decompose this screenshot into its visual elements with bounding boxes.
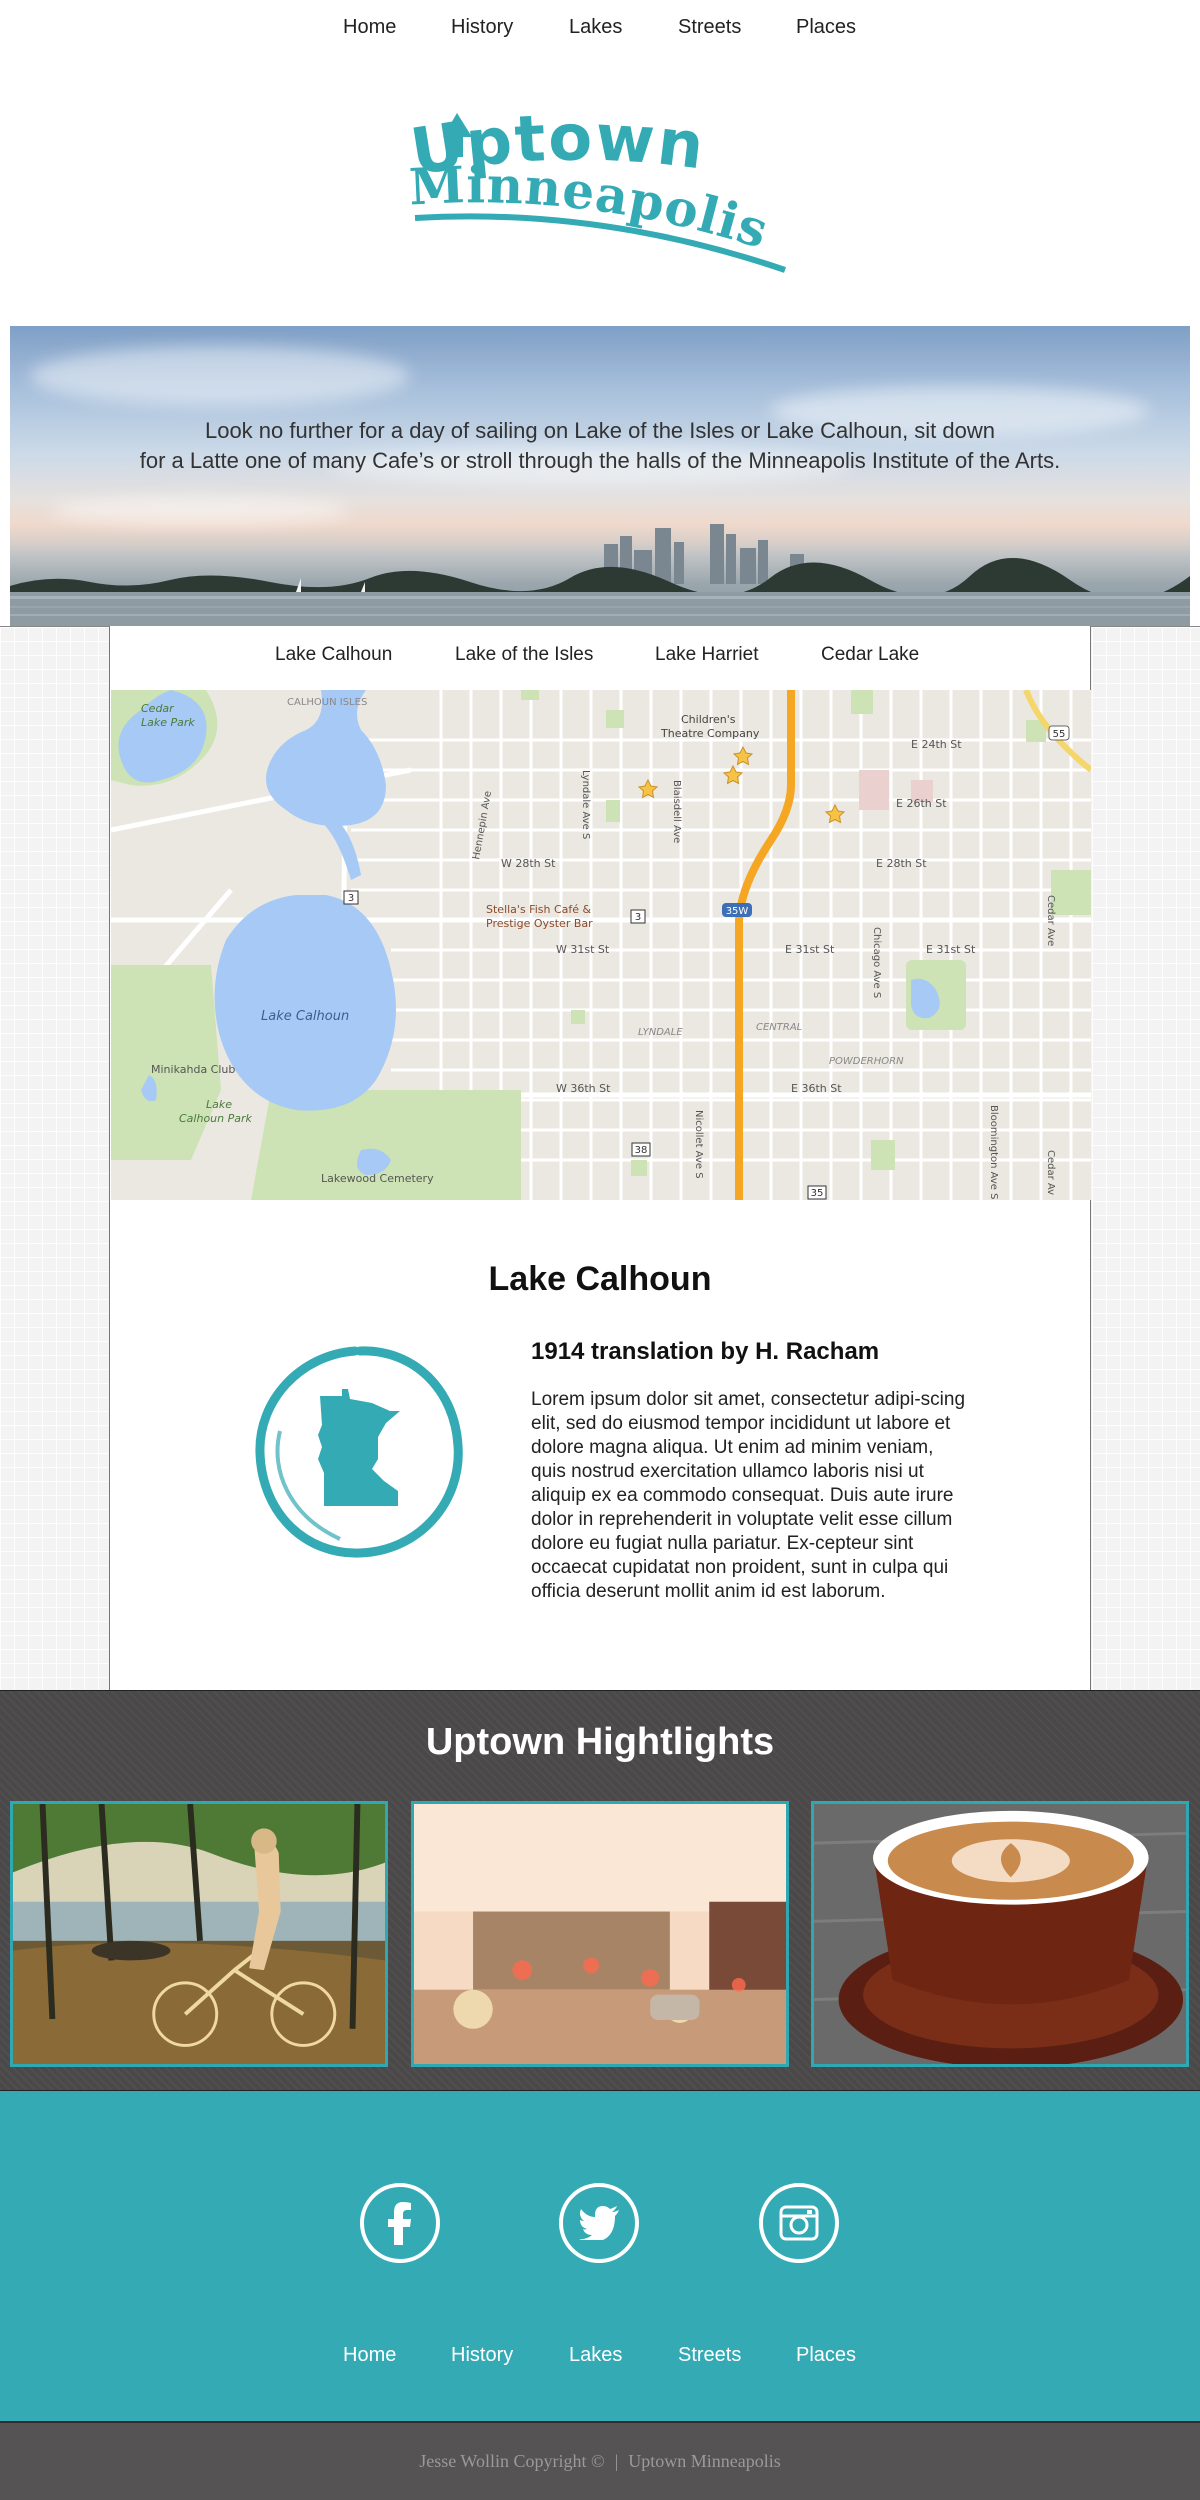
footer-lakes-link[interactable]: Lakes xyxy=(569,2344,622,2367)
footer-history-link[interactable]: History xyxy=(451,2344,513,2367)
logo-line2: Minneapolis xyxy=(408,155,775,260)
facebook-button[interactable] xyxy=(360,2183,440,2263)
lakes-panel: Lake Calhoun Lake of the Isles Lake Harr… xyxy=(109,626,1091,1690)
map-label-powderhorn: POWDERHORN xyxy=(829,1056,904,1067)
map-label-blaisdell: Blaisdell Ave xyxy=(671,780,682,843)
map-label-w36: W 36th St xyxy=(556,1082,611,1095)
map-label-e31a: E 31st St xyxy=(785,943,835,956)
map-label-bloomington: Bloomington Ave S xyxy=(988,1105,999,1200)
twitter-button[interactable] xyxy=(559,2183,639,2263)
map-label-stellas-1: Stella's Fish Café & xyxy=(486,903,592,916)
highlight-photo-street[interactable] xyxy=(411,1801,789,2067)
hero-banner: Look no further for a day of sailing on … xyxy=(10,326,1190,626)
map-label-lakewood: Lakewood Cemetery xyxy=(321,1172,434,1185)
highlight-photo-bike[interactable] xyxy=(10,1801,388,2067)
tab-lake-of-the-isles[interactable]: Lake of the Isles xyxy=(455,644,593,666)
nav-home-link[interactable]: Home xyxy=(343,16,396,39)
footer-places-link[interactable]: Places xyxy=(796,2344,856,2367)
hero-tagline-line1: Look no further for a day of sailing on … xyxy=(204,418,996,443)
article-subtitle: 1914 translation by H. Racham xyxy=(531,1338,880,1365)
tab-lake-calhoun[interactable]: Lake Calhoun xyxy=(275,644,392,666)
map-label-calhoun-isles: CALHOUN ISLES xyxy=(287,697,367,708)
map-label-lyndale-ave: Lyndale Ave S xyxy=(580,770,591,839)
nav-places-link[interactable]: Places xyxy=(796,16,856,39)
copyright-site: Uptown Minneapolis xyxy=(628,2451,781,2471)
hero-tagline: Look no further for a day of sailing on … xyxy=(10,416,1190,476)
map-route-55: 55 xyxy=(1053,729,1066,740)
copyright-bar: Jesse Wollin Copyright © | Uptown Minneapo… xyxy=(0,2421,1200,2500)
nav-lakes-link[interactable]: Lakes xyxy=(569,16,622,39)
map-label-lyndale: LYNDALE xyxy=(638,1027,683,1038)
map-label-calhoun-park-2: Calhoun Park xyxy=(179,1112,253,1125)
map-label-e28: E 28th St xyxy=(876,857,927,870)
lake-map[interactable]: 55 3 3 35W 38 35 Cedar Lake Park CALHOUN… xyxy=(111,690,1091,1200)
map-label-central: CENTRAL xyxy=(756,1022,802,1033)
section-title: Lake Calhoun xyxy=(488,1260,712,1298)
nav-streets-link[interactable]: Streets xyxy=(678,16,741,39)
map-label-cedar-ave: Cedar Ave xyxy=(1045,895,1056,946)
map-label-e24: E 24th St xyxy=(911,738,962,751)
highlight-photo-latte[interactable] xyxy=(811,1801,1189,2067)
copyright-text: Jesse Wollin Copyright © | Uptown Minneapo… xyxy=(0,2451,1200,2472)
map-route-35w: 35W xyxy=(726,906,749,917)
footer: Home History Lakes Streets Places xyxy=(0,2091,1200,2421)
map-route-35: 35 xyxy=(811,1188,824,1199)
map-label-lake-calhoun: Lake Calhoun xyxy=(261,1009,349,1024)
footer-home-link[interactable]: Home xyxy=(343,2344,396,2367)
map-label-cedar-lake-park-2: Lake Park xyxy=(141,716,195,729)
nav-history-link[interactable]: History xyxy=(451,16,513,39)
map-route-3b: 3 xyxy=(635,912,641,923)
tab-lake-harriet[interactable]: Lake Harriet xyxy=(655,644,759,666)
facebook-icon xyxy=(388,2202,411,2245)
map-route-3a: 3 xyxy=(348,893,354,904)
map-label-chicago: Chicago Ave S xyxy=(871,927,882,998)
highlights-section: Uptown Hightlights xyxy=(0,1690,1200,2091)
instagram-button[interactable] xyxy=(759,2183,839,2263)
map-label-e26: E 26th St xyxy=(896,797,947,810)
lake-tabs: Lake Calhoun Lake of the Isles Lake Harr… xyxy=(110,626,1090,690)
map-label-cedar-lake-park-1: Cedar xyxy=(141,702,175,715)
map-label-stellas-2: Prestige Oyster Bar xyxy=(486,917,593,930)
map-route-38: 38 xyxy=(635,1145,648,1156)
footer-streets-link[interactable]: Streets xyxy=(678,2344,741,2367)
instagram-icon xyxy=(779,2205,819,2241)
map-label-w28: W 28th St xyxy=(501,857,556,870)
map-label-childrens-theatre-2: Theatre Company xyxy=(660,727,760,740)
map-label-minikahda: Minikahda Club xyxy=(151,1063,235,1076)
highlights-title: Uptown Hightlights xyxy=(425,1721,775,1763)
map-label-calhoun-park-1: Lake xyxy=(206,1098,232,1111)
svg-text:Minneapolis: Minneapolis xyxy=(408,155,776,260)
copyright-separator: | xyxy=(614,2451,619,2471)
city-skyline-image xyxy=(10,524,1190,626)
map-label-w31: W 31st St xyxy=(556,943,610,956)
map-label-childrens-theatre-1: Children's xyxy=(681,713,736,726)
map-label-cedar-ave2: Cedar Av xyxy=(1045,1150,1056,1195)
article-body: Lorem ipsum dolor sit amet, consectetur … xyxy=(531,1389,966,1602)
twitter-icon xyxy=(579,2206,619,2240)
minnesota-badge-icon xyxy=(255,1346,463,1558)
copyright-owner: Jesse Wollin Copyright © xyxy=(419,2451,605,2471)
map-label-e31b: E 31st St xyxy=(926,943,976,956)
uptown-minneapolis-logo[interactable]: Uptown Minneapolis xyxy=(405,95,795,275)
top-nav: Home History Lakes Streets Places xyxy=(0,0,1200,60)
tab-cedar-lake[interactable]: Cedar Lake xyxy=(821,644,919,666)
hero-tagline-line2: for a Latte one of many Cafe’s or stroll… xyxy=(139,448,1061,473)
map-label-e36: E 36th St xyxy=(791,1082,842,1095)
map-label-nicollet: Nicollet Ave S xyxy=(693,1110,704,1179)
